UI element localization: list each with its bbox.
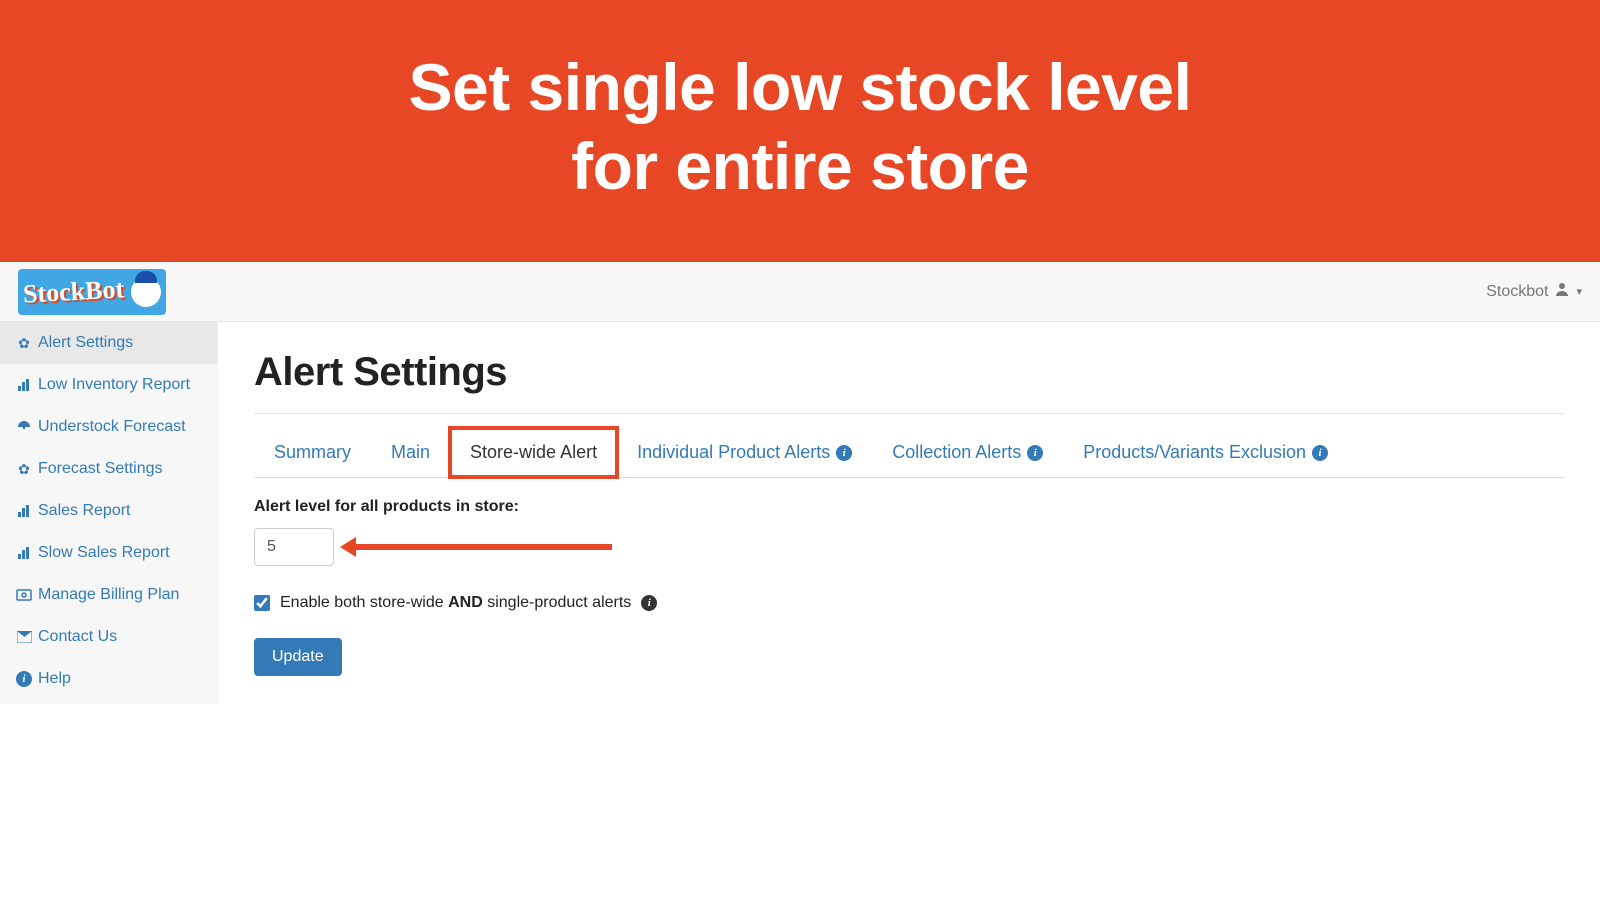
brand-logo[interactable]: StockBot: [18, 269, 166, 315]
tab-label: Individual Product Alerts: [637, 442, 830, 463]
tab-exclusion[interactable]: Products/Variants Exclusion i: [1063, 428, 1348, 477]
checkbox-text-prefix: Enable both store-wide: [280, 594, 448, 611]
sidebar-item-label: Slow Sales Report: [38, 544, 170, 562]
alert-level-row: [254, 528, 1564, 566]
tab-store-wide-alert[interactable]: Store-wide Alert: [450, 428, 617, 477]
sidebar-item-sales-report[interactable]: Sales Report: [0, 490, 217, 532]
sidebar-item-label: Forecast Settings: [38, 460, 163, 478]
main-content: Alert Settings Summary Main Store-wide A…: [218, 322, 1600, 704]
tab-summary[interactable]: Summary: [254, 428, 371, 477]
tab-label: Products/Variants Exclusion: [1083, 442, 1306, 463]
bar-chart-icon: [16, 503, 32, 519]
bar-chart-icon: [16, 377, 32, 393]
topbar: StockBot Stockbot ▾: [0, 262, 1600, 322]
tab-main[interactable]: Main: [371, 428, 450, 477]
sidebar-item-slow-sales[interactable]: Slow Sales Report: [0, 532, 217, 574]
user-menu[interactable]: Stockbot ▾: [1486, 281, 1582, 302]
bar-chart-icon: [16, 545, 32, 561]
sidebar-item-low-inventory[interactable]: Low Inventory Report: [0, 364, 217, 406]
sidebar-item-label: Help: [38, 670, 71, 688]
info-icon: i: [1027, 445, 1043, 461]
sidebar-item-label: Contact Us: [38, 628, 117, 646]
banner-line1: Set single low stock level: [409, 50, 1192, 124]
sidebar-item-label: Understock Forecast: [38, 418, 186, 436]
brand-name: StockBot: [23, 274, 126, 309]
banner-title: Set single low stock level for entire st…: [20, 48, 1580, 206]
info-icon: i: [16, 671, 32, 687]
alert-level-label: Alert level for all products in store:: [254, 498, 1564, 516]
sidebar-item-alert-settings[interactable]: ✿ Alert Settings: [0, 322, 217, 364]
alert-level-input[interactable]: [254, 528, 334, 566]
sidebar-item-help[interactable]: i Help: [0, 658, 217, 700]
cash-icon: [16, 587, 32, 603]
enable-both-row: Enable both store-wide AND single-produc…: [254, 594, 1564, 612]
sidebar-item-label: Alert Settings: [38, 334, 133, 352]
info-icon[interactable]: i: [641, 595, 657, 611]
promo-banner: Set single low stock level for entire st…: [0, 0, 1600, 262]
update-button[interactable]: Update: [254, 638, 342, 676]
sidebar-item-label: Manage Billing Plan: [38, 586, 179, 604]
dashboard-icon: [16, 419, 32, 435]
app-body: ✿ Alert Settings Low Inventory Report Un…: [0, 322, 1600, 704]
envelope-icon: [16, 629, 32, 645]
sidebar-item-label: Low Inventory Report: [38, 376, 190, 394]
gear-icon: ✿: [16, 461, 32, 477]
banner-line2: for entire store: [571, 129, 1029, 203]
sidebar-item-understock[interactable]: Understock Forecast: [0, 406, 217, 448]
arrow-annotation-icon: [352, 544, 612, 550]
user-menu-label: Stockbot: [1486, 283, 1548, 301]
page-title: Alert Settings: [254, 350, 1564, 395]
checkbox-text-suffix: single-product alerts: [483, 594, 632, 611]
tab-individual-alerts[interactable]: Individual Product Alerts i: [617, 428, 872, 477]
info-icon: i: [836, 445, 852, 461]
checkbox-label: Enable both store-wide AND single-produc…: [280, 594, 631, 612]
info-icon: i: [1312, 445, 1328, 461]
sidebar-item-contact[interactable]: Contact Us: [0, 616, 217, 658]
enable-both-checkbox[interactable]: [254, 595, 270, 611]
divider: [254, 413, 1564, 414]
caret-down-icon: ▾: [1576, 285, 1582, 298]
gear-icon: ✿: [16, 335, 32, 351]
sidebar-item-label: Sales Report: [38, 502, 131, 520]
tab-label: Store-wide Alert: [470, 442, 597, 463]
sidebar: ✿ Alert Settings Low Inventory Report Un…: [0, 322, 218, 704]
tab-label: Summary: [274, 442, 351, 463]
tab-label: Main: [391, 442, 430, 463]
sidebar-item-forecast-settings[interactable]: ✿ Forecast Settings: [0, 448, 217, 490]
tabs: Summary Main Store-wide Alert Individual…: [254, 428, 1564, 478]
tab-label: Collection Alerts: [892, 442, 1021, 463]
checkbox-text-bold: AND: [448, 594, 483, 611]
user-icon: [1554, 281, 1570, 302]
tab-collection-alerts[interactable]: Collection Alerts i: [872, 428, 1063, 477]
mascot-icon: [131, 277, 161, 307]
sidebar-item-billing[interactable]: Manage Billing Plan: [0, 574, 217, 616]
